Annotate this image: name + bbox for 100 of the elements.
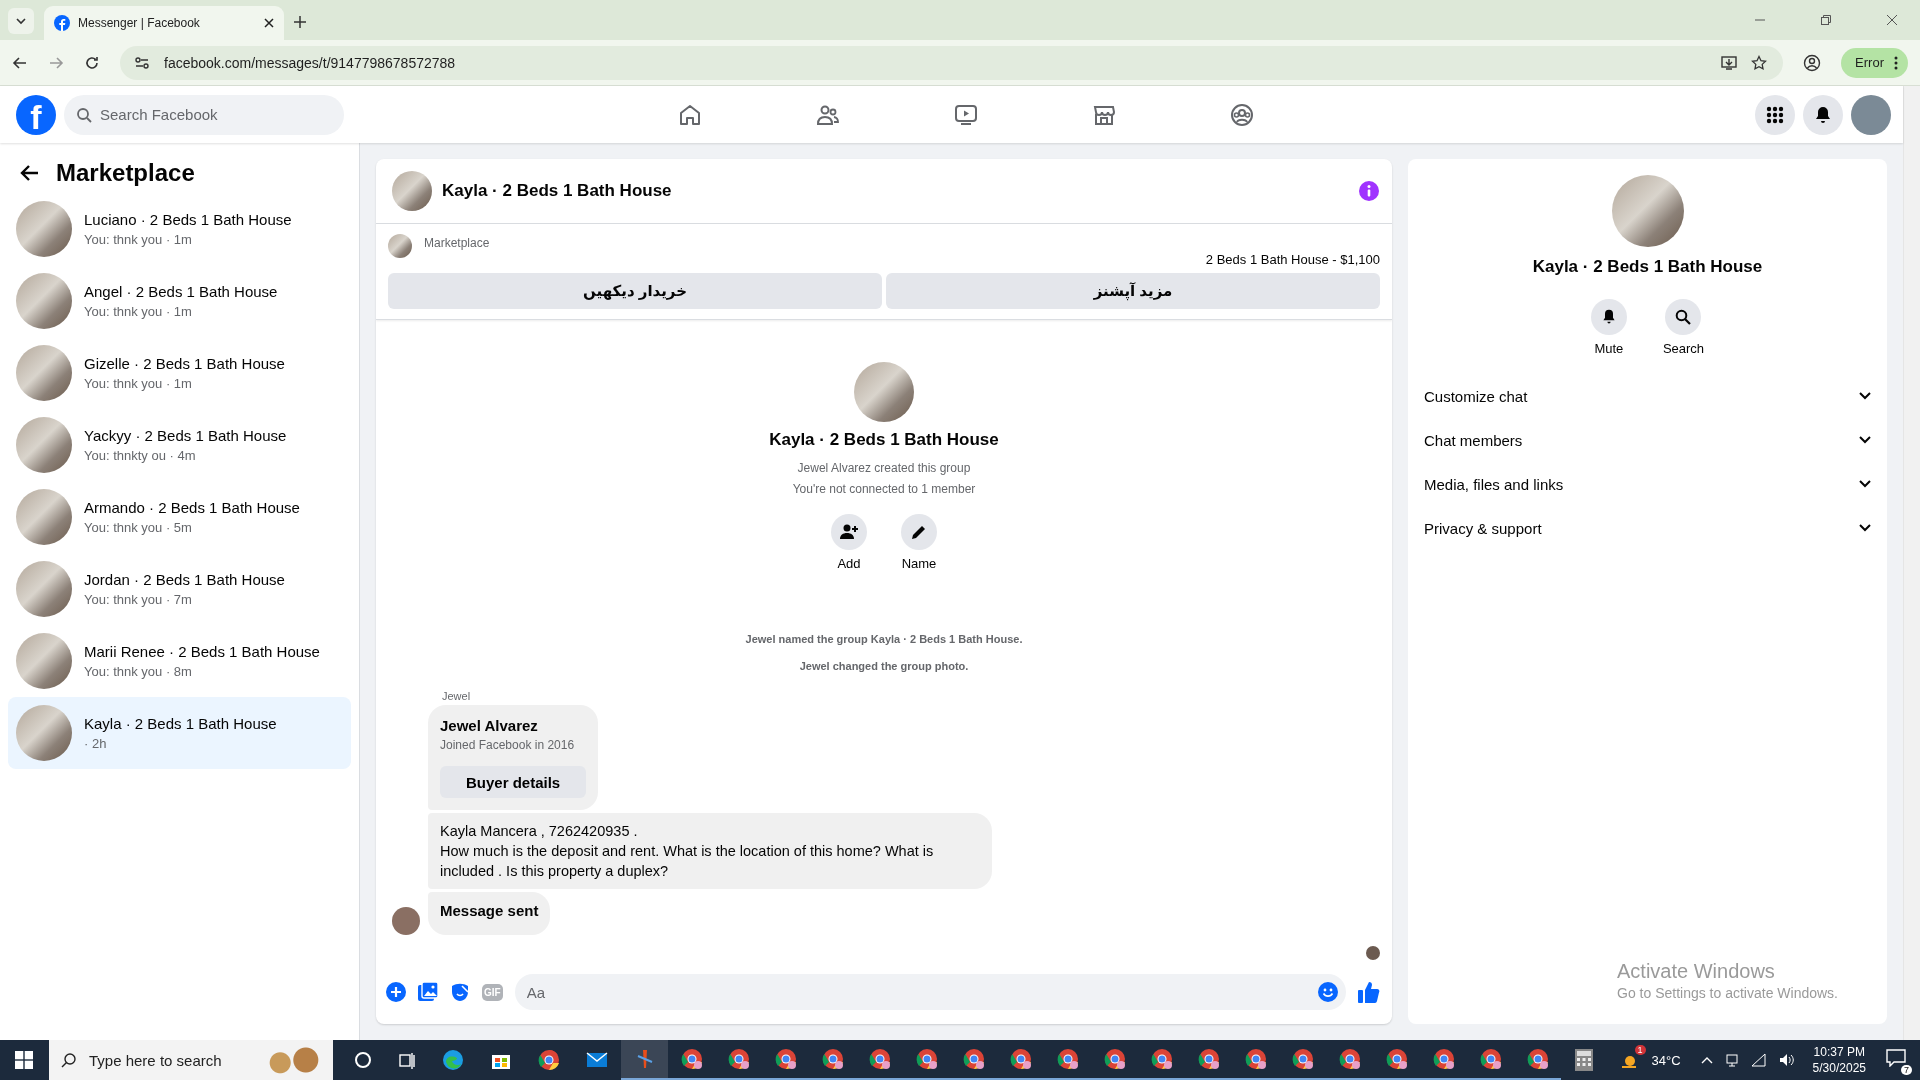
home-icon[interactable] [677, 102, 702, 127]
forward-icon[interactable] [48, 54, 64, 71]
conversation-name: Marii Renee · 2 Beds 1 Bath House [84, 643, 320, 660]
weather-badge: 1 [1634, 1045, 1646, 1055]
install-app-icon[interactable] [1721, 54, 1738, 71]
chat-event-text: Jewel changed the group photo. [799, 660, 969, 672]
profile-error-button[interactable]: Error [1841, 47, 1908, 78]
chevron-icon[interactable] [1700, 1056, 1713, 1064]
emoji-icon[interactable] [1318, 982, 1338, 1002]
message-input[interactable]: Aa [514, 974, 1346, 1010]
browser-icon[interactable] [727, 1048, 750, 1070]
section-header[interactable]: Chat members [1424, 418, 1871, 462]
browser-icon[interactable] [1526, 1048, 1549, 1070]
search-button[interactable] [1665, 299, 1702, 335]
browser-icon[interactable] [1479, 1048, 1502, 1070]
conversation-preview: You: thnk you · 1m [84, 376, 193, 391]
reload-icon[interactable] [84, 54, 100, 71]
conversation-item[interactable]: Jordan · 2 Beds 1 Bath House You: thnk you · 7m [8, 553, 351, 625]
photo-placeholder [388, 234, 412, 258]
section-header[interactable]: Media, files and links [1424, 462, 1871, 506]
sidebar-title: Marketplace [56, 159, 195, 187]
browser-tab[interactable]: Messenger | Facebook [44, 6, 284, 40]
photo-placeholder [16, 705, 72, 761]
search-icon [1675, 309, 1692, 325]
address-bar[interactable]: facebook.com/messages/t/9147798678572788 [120, 45, 1784, 80]
listing-button[interactable]: خریدار دیکھیں [388, 273, 882, 309]
calculator-icon[interactable] [1574, 1049, 1594, 1071]
windows-start-icon[interactable] [15, 1051, 33, 1069]
chat-event-text: Jewel named the group Kayla · 2 Beds 1 Bath House. [745, 633, 1023, 645]
conversation-name: Jordan · 2 Beds 1 Bath House [84, 571, 285, 588]
browser-icon[interactable] [868, 1048, 891, 1070]
back-icon[interactable] [20, 163, 40, 183]
browser-icon[interactable] [1385, 1048, 1408, 1070]
browser-icon[interactable] [1338, 1048, 1361, 1070]
conversation-item[interactable]: Armando · 2 Beds 1 Bath House You: thnk you · 5m [8, 481, 351, 553]
network-icon[interactable] [1724, 1053, 1739, 1067]
groups-icon[interactable] [1229, 102, 1254, 127]
add-person-button[interactable] [831, 514, 867, 550]
conversation-item[interactable]: Angel · 2 Beds 1 Bath House You: thnk you · 1m [8, 265, 351, 337]
volume-icon[interactable] [1778, 1053, 1795, 1067]
browser-icon[interactable] [1009, 1048, 1032, 1070]
conversation-item[interactable]: Yackyy · 2 Beds 1 Bath House You: thnkty ou · 4m [8, 409, 351, 481]
task-view-icon[interactable] [398, 1051, 416, 1069]
back-icon[interactable] [12, 54, 28, 71]
star-icon[interactable] [1751, 54, 1768, 71]
browser-icon[interactable] [1244, 1048, 1267, 1070]
conversation-item[interactable]: Gizelle · 2 Beds 1 Bath House You: thnk you · 1m [8, 337, 351, 409]
conversation-name: Gizelle · 2 Beds 1 Bath House [84, 355, 285, 372]
conversation-item[interactable]: Kayla · 2 Beds 1 Bath House · 2h [8, 697, 351, 769]
browser-icon[interactable] [680, 1048, 703, 1070]
edit-name-button[interactable] [901, 514, 937, 550]
taskbar-search-field[interactable]: Type here to search [49, 1040, 333, 1080]
close-icon[interactable] [1886, 14, 1898, 26]
group-name: Kayla · 2 Beds 1 Bath House [769, 430, 999, 450]
image-icon[interactable] [418, 982, 438, 1002]
section-header[interactable]: Privacy & support [1424, 506, 1871, 550]
browser-icon[interactable] [538, 1049, 560, 1071]
search-field[interactable]: Search Facebook [64, 94, 344, 135]
browser-icon[interactable] [1432, 1048, 1455, 1070]
section-header[interactable]: Customize chat [1424, 374, 1871, 418]
video-icon[interactable] [953, 102, 978, 127]
mute-button[interactable] [1590, 299, 1627, 335]
wifi-icon[interactable] [1750, 1053, 1767, 1067]
profile-icon[interactable] [1803, 53, 1822, 72]
thumbs-up-icon[interactable] [1358, 981, 1380, 1003]
conversation-item[interactable]: Marii Renee · 2 Beds 1 Bath House You: thnk you · 8m [8, 625, 351, 697]
notification-icon[interactable] [1886, 1049, 1906, 1067]
browser-icon[interactable] [1103, 1048, 1126, 1070]
conversation-item[interactable]: Luciano · 2 Beds 1 Bath House You: thnk you · 1m [8, 193, 351, 265]
cortana-icon[interactable] [354, 1051, 372, 1069]
browser-icon[interactable] [1150, 1048, 1173, 1070]
sender-name: Jewel [442, 690, 472, 702]
more-icon [1894, 55, 1898, 70]
chat-name: Kayla · 2 Beds 1 Bath House [1532, 257, 1763, 277]
tab-search-button[interactable] [8, 8, 34, 34]
conversation-preview: You: thnk you · 1m [84, 304, 193, 319]
info-icon[interactable] [1358, 180, 1380, 202]
facebook-logo[interactable]: f [16, 94, 56, 135]
restore-icon[interactable] [1820, 14, 1832, 26]
browser-icon[interactable] [915, 1048, 938, 1070]
plus-icon[interactable] [386, 982, 406, 1002]
browser-icon[interactable] [821, 1048, 844, 1070]
browser-icon[interactable] [774, 1048, 797, 1070]
menu-button[interactable] [1755, 94, 1795, 135]
conversation-name: Luciano · 2 Beds 1 Bath House [84, 211, 292, 228]
listing-button[interactable]: مزید آپشنز [886, 273, 1380, 309]
browser-icon[interactable] [1197, 1048, 1220, 1070]
search-icon [76, 106, 92, 123]
notifications-button[interactable] [1803, 94, 1843, 135]
new-tab-icon[interactable] [294, 16, 306, 28]
group-info-text: You're not connected to 1 member [792, 481, 976, 498]
close-icon[interactable] [264, 18, 274, 28]
buyer-details-button[interactable]: Buyer details [440, 766, 587, 798]
browser-icon[interactable] [1056, 1048, 1079, 1070]
sticker-icon[interactable] [450, 982, 470, 1002]
account-avatar[interactable] [1851, 94, 1891, 135]
browser-icon[interactable] [962, 1048, 985, 1070]
site-settings-icon[interactable] [134, 54, 150, 71]
browser-icon[interactable] [1291, 1048, 1314, 1070]
edge-icon[interactable] [442, 1049, 464, 1071]
